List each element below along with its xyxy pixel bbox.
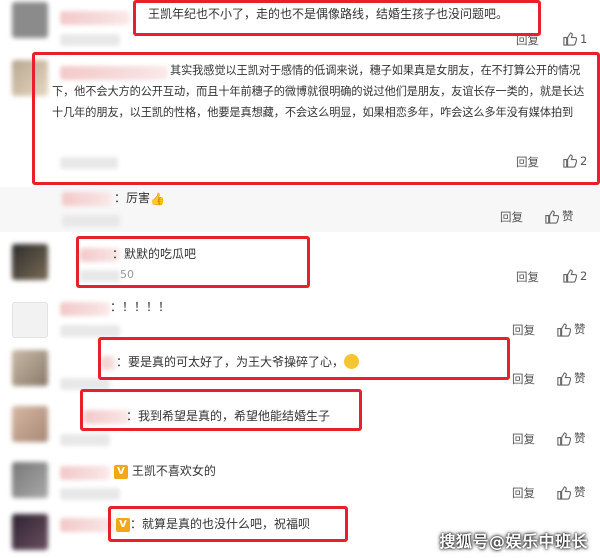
timestamp xyxy=(60,325,120,337)
like-count: 2 xyxy=(580,268,588,283)
vip-badge-icon: V xyxy=(116,517,130,532)
reply-button[interactable]: 回复 xyxy=(512,322,535,338)
comment-row: 王凯年纪也不小了，走的也不是偶像路线，结婚生孩子也没问题吧。 回复 1 xyxy=(0,0,600,52)
timestamp xyxy=(60,157,118,169)
timestamp xyxy=(80,270,120,282)
like-label: 赞 xyxy=(574,371,586,385)
comment-text: V 王凯不喜欢女的 xyxy=(114,461,216,481)
comment-row: ：！！！！ 回复 赞 xyxy=(0,296,600,344)
reply-button[interactable]: 回复 xyxy=(516,32,539,48)
watermark: 搜狐号@娱乐中班长 xyxy=(439,532,588,551)
comment-text: V ：就算是真的也没什么吧，祝福呗 xyxy=(116,514,310,534)
thumbs-up-icon xyxy=(563,32,577,46)
avatar[interactable] xyxy=(12,406,48,442)
reply-button[interactable]: 回复 xyxy=(512,371,535,387)
thumbs-up-icon xyxy=(545,209,559,224)
comment-row: 其实我感觉以王凯对于感情的低调来说，穗子如果真是女朋友，在不打算公开的情况下，他… xyxy=(0,52,600,187)
reply-button[interactable]: 回复 xyxy=(516,154,539,170)
like-button[interactable]: 赞 xyxy=(556,370,586,386)
thumbs-up-icon xyxy=(557,431,571,446)
thumbs-up-icon xyxy=(557,322,571,337)
username[interactable] xyxy=(62,192,112,206)
thumbs-up-icon xyxy=(563,154,577,168)
vip-badge-icon: V xyxy=(114,464,128,479)
like-label: 赞 xyxy=(562,209,574,223)
avatar[interactable] xyxy=(12,514,48,550)
comment-row: ：要是真的可太好了，为王大爷操碎了心， 回复 赞 xyxy=(0,344,600,396)
avatar[interactable] xyxy=(12,2,48,38)
avatar[interactable] xyxy=(12,462,48,498)
reply-button[interactable]: 回复 xyxy=(500,209,523,225)
comment-text: ：要是真的可太好了，为王大爷操碎了心， xyxy=(116,352,360,372)
avatar[interactable] xyxy=(12,60,48,96)
like-count: 2 xyxy=(580,153,588,168)
comment-text: 王凯年纪也不小了，走的也不是偶像路线，结婚生孩子也没问题吧。 xyxy=(148,7,509,21)
comment-text: ：默默的吃瓜吧 xyxy=(112,247,197,261)
username[interactable] xyxy=(60,11,130,25)
timestamp xyxy=(62,215,120,227)
like-button[interactable]: 2 xyxy=(562,268,587,283)
username[interactable] xyxy=(60,466,110,480)
like-button[interactable]: 赞 xyxy=(544,208,574,224)
reply-button[interactable]: 回复 xyxy=(512,485,535,501)
thumbs-up-icon xyxy=(557,371,571,386)
like-button[interactable]: 2 xyxy=(562,153,587,168)
username[interactable] xyxy=(60,518,114,532)
sub-reply-row: ：厉害👍 回复 赞 xyxy=(0,187,600,232)
timestamp-tail: 50 xyxy=(120,268,134,281)
username[interactable] xyxy=(102,356,116,370)
reply-button[interactable]: 回复 xyxy=(516,269,539,285)
comment-text: 其实我感觉以王凯对于感情的低调来说，穗子如果真是女朋友，在不打算公开的情况下，他… xyxy=(52,64,585,119)
comment-row: V 王凯不喜欢女的 回复 赞 xyxy=(0,456,600,506)
timestamp xyxy=(60,34,120,46)
username[interactable] xyxy=(84,410,130,424)
comment-row: ：我到希望是真的，希望他能结婚生子 回复 赞 xyxy=(0,398,600,456)
thumbs-up-icon xyxy=(563,269,577,283)
like-button[interactable]: 赞 xyxy=(556,430,586,446)
like-label: 赞 xyxy=(574,322,586,336)
like-button[interactable]: 赞 xyxy=(556,484,586,500)
comment-text: ：！！！！ xyxy=(110,300,171,314)
username[interactable] xyxy=(60,302,110,316)
avatar[interactable] xyxy=(12,350,48,386)
avatar[interactable] xyxy=(12,244,48,280)
like-label: 赞 xyxy=(574,431,586,445)
like-button[interactable]: 赞 xyxy=(556,321,586,337)
avatar[interactable] xyxy=(12,302,48,338)
timestamp xyxy=(60,488,120,500)
comment-text: ：我到希望是真的，希望他能结婚生子 xyxy=(126,409,331,423)
timestamp xyxy=(60,378,110,390)
laugh-cry-emoji xyxy=(344,354,360,369)
reply-button[interactable]: 回复 xyxy=(512,431,535,447)
like-count: 1 xyxy=(580,31,588,46)
comment-text: ：厉害👍 xyxy=(114,188,165,209)
like-label: 赞 xyxy=(574,485,586,499)
thumbs-up-emoji: 👍 xyxy=(150,191,165,206)
timestamp xyxy=(60,434,110,446)
thumbs-up-icon xyxy=(557,485,571,500)
comment-row: ：默默的吃瓜吧 50 回复 2 xyxy=(0,236,600,292)
like-button[interactable]: 1 xyxy=(562,31,587,46)
